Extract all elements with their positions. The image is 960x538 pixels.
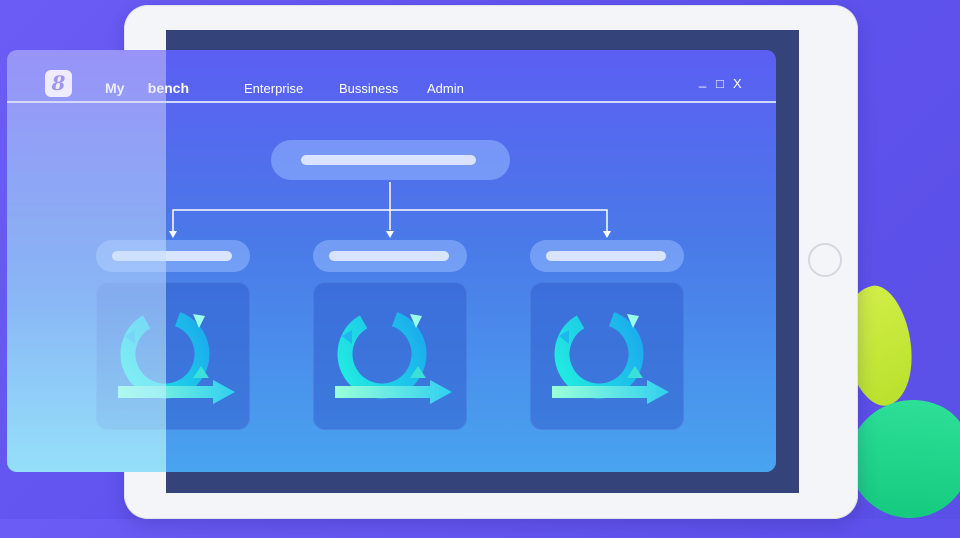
child-node-label: [329, 251, 449, 261]
child-node-label: [546, 251, 666, 261]
org-child-node-2: [313, 240, 467, 272]
org-child-node-3: [530, 240, 684, 272]
frosted-glass-panel: [7, 50, 166, 472]
root-node-label: [301, 155, 476, 165]
org-root-node: [271, 140, 510, 180]
process-card-2: [313, 282, 467, 430]
process-card-3: [530, 282, 684, 430]
cycle-arrow-icon: [335, 309, 452, 404]
tablet-home-button[interactable]: [808, 243, 842, 277]
cycle-arrow-icon: [552, 309, 669, 404]
